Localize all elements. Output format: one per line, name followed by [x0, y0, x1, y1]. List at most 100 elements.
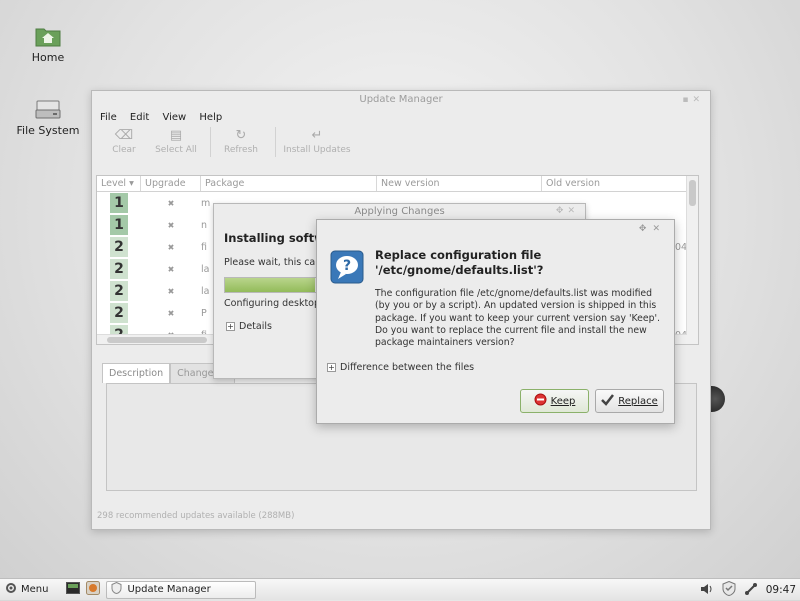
menu-help[interactable]: Help: [199, 112, 222, 123]
column-package[interactable]: Package: [201, 176, 377, 191]
home-folder-icon: [35, 25, 61, 47]
refresh-button[interactable]: ↻ Refresh: [217, 127, 265, 155]
toolbar-separator: [275, 127, 276, 157]
replace-button[interactable]: Replace: [595, 389, 664, 413]
select-all-label: Select All: [155, 145, 197, 155]
dialog-heading: Replace configuration file '/etc/gnome/d…: [375, 248, 665, 278]
desktop-icon-home[interactable]: Home: [8, 25, 88, 64]
window-titlebar[interactable]: Update Manager ▪✕: [92, 91, 710, 109]
replace-config-dialog: ✥✕ ? Replace configuration file '/etc/gn…: [316, 219, 675, 424]
upgrade-checkbox[interactable]: ✖: [141, 265, 201, 274]
menu-label: Menu: [21, 584, 49, 595]
clock[interactable]: 09:47: [766, 584, 796, 596]
wait-text: Please wait, this can: [224, 257, 322, 268]
upgrade-checkbox[interactable]: ✖: [141, 287, 201, 296]
dialog-title: Applying Changes: [354, 206, 445, 217]
column-level[interactable]: Level ▾: [97, 176, 141, 191]
upgrade-checkbox[interactable]: ✖: [141, 221, 201, 230]
cancel-icon: [534, 393, 547, 409]
install-icon: ↵: [311, 128, 323, 143]
refresh-label: Refresh: [224, 145, 258, 155]
level-badge: 2: [110, 281, 128, 301]
menu-button[interactable]: Menu: [5, 582, 48, 597]
system-tray: 09:47: [692, 579, 796, 601]
menu-file[interactable]: File: [100, 112, 117, 123]
taskbar-panel: Menu Update Manager 09:47: [0, 578, 800, 600]
toolbar-separator: [210, 127, 211, 157]
difference-label: Difference between the files: [340, 362, 475, 373]
menu-view[interactable]: View: [162, 112, 186, 123]
question-icon: ?: [330, 250, 364, 287]
clear-label: Clear: [112, 145, 136, 155]
level-badge: 2: [110, 303, 128, 323]
desktop-icon-label: File System: [16, 124, 80, 137]
heading-line-1: Replace configuration file: [375, 248, 542, 262]
expand-icon: +: [226, 322, 235, 331]
difference-expander[interactable]: + Difference between the files: [327, 362, 474, 373]
checkmark-icon: [601, 393, 615, 409]
level-badge: 1: [110, 193, 128, 213]
dialog-controls[interactable]: ✥✕: [639, 224, 666, 234]
task-label: Update Manager: [127, 584, 211, 595]
installing-heading: Installing softw: [224, 231, 325, 245]
window-title: Update Manager: [359, 94, 443, 105]
heading-line-2: '/etc/gnome/defaults.list'?: [375, 263, 544, 277]
package-name: fi: [201, 241, 207, 253]
dialog-titlebar[interactable]: Applying Changes ✥✕: [214, 204, 585, 220]
list-header: Level ▾ Upgrade Package New version Old …: [97, 176, 698, 192]
dialog-message: The configuration file /etc/gnome/defaul…: [375, 288, 660, 349]
upgrade-checkbox[interactable]: ✖: [141, 199, 201, 208]
upgrade-checkbox[interactable]: ✖: [141, 243, 201, 252]
taskbar-item-update-manager[interactable]: Update Manager: [106, 580, 257, 599]
select-all-icon: ▤: [169, 128, 183, 143]
level-badge: 2: [110, 237, 128, 257]
shield-icon: [111, 581, 122, 597]
window-controls[interactable]: ▪✕: [682, 91, 704, 109]
keep-label: Keep: [550, 395, 576, 407]
dialog-controls[interactable]: ✥✕: [556, 203, 579, 219]
package-name: P: [201, 307, 207, 319]
tab-description[interactable]: Description: [102, 363, 171, 383]
scroll-thumb[interactable]: [689, 180, 696, 206]
refresh-icon: ↻: [235, 128, 247, 143]
details-expander[interactable]: + Details: [226, 321, 272, 332]
upgrade-checkbox[interactable]: ✖: [141, 309, 201, 318]
level-badge: 2: [110, 259, 128, 279]
scroll-thumb[interactable]: [107, 337, 207, 343]
svg-text:?: ?: [343, 258, 351, 274]
install-updates-button[interactable]: ↵ Install Updates: [282, 127, 352, 155]
replace-label: Replace: [618, 395, 658, 407]
install-status-text: Configuring desktop: [224, 298, 321, 309]
column-upgrade[interactable]: Upgrade: [141, 176, 201, 191]
mintupdate-knob-icon: [711, 386, 725, 412]
mint-menu-icon: [5, 582, 17, 597]
clear-button[interactable]: ⌫ Clear: [100, 127, 148, 155]
progress-fill: [225, 278, 316, 292]
toolbar: ⌫ Clear ▤ Select All ↻ Refresh ↵ Install…: [92, 127, 710, 163]
select-all-button[interactable]: ▤ Select All: [152, 127, 200, 155]
desktop-icon-file-system[interactable]: File System: [8, 98, 88, 137]
package-name: la: [201, 263, 210, 275]
keep-button[interactable]: Keep: [520, 389, 589, 413]
column-old-version[interactable]: Old version: [542, 176, 692, 191]
package-name: n: [201, 219, 208, 231]
menu-edit[interactable]: Edit: [130, 112, 149, 123]
expand-icon: +: [327, 363, 336, 372]
terminal-launcher-icon[interactable]: [66, 582, 81, 597]
vertical-scrollbar[interactable]: [686, 176, 698, 344]
level-badge: 1: [110, 215, 128, 235]
install-updates-label: Install Updates: [283, 145, 351, 155]
details-label: Details: [239, 321, 272, 332]
menubar: File Edit View Help: [92, 109, 710, 127]
network-icon[interactable]: [744, 582, 758, 599]
volume-icon[interactable]: [700, 583, 714, 598]
package-name: la: [201, 285, 210, 297]
drive-icon: [35, 98, 61, 120]
firefox-launcher-icon[interactable]: [86, 581, 101, 598]
desktop-icon-label: Home: [31, 51, 65, 64]
package-name: m: [201, 197, 211, 209]
clear-icon: ⌫: [114, 128, 134, 143]
column-new-version[interactable]: New version: [377, 176, 542, 191]
shield-icon[interactable]: [722, 580, 736, 599]
status-text: 298 recommended updates available (288MB…: [97, 511, 295, 521]
